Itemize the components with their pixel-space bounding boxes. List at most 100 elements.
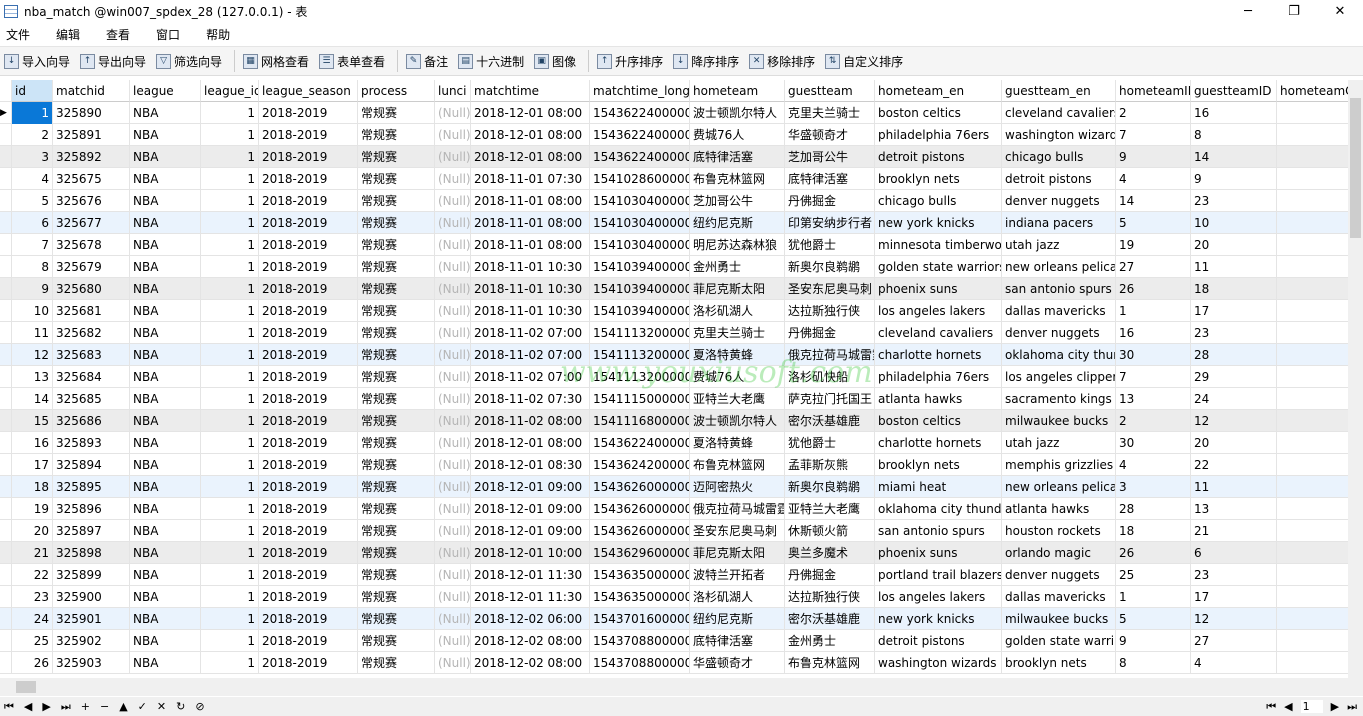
cell-league[interactable]: NBA <box>130 300 201 322</box>
row-indicator[interactable] <box>0 520 12 542</box>
cell-matchtime_long[interactable]: 1541115000000 <box>590 388 690 410</box>
cell-matchid[interactable]: 325684 <box>53 366 130 388</box>
cell-lunci[interactable]: (Null) <box>435 212 471 234</box>
cell-matchtime_long[interactable]: 1543708800000 <box>590 652 690 674</box>
cell-matchtime[interactable]: 2018-12-01 09:00 <box>471 476 590 498</box>
cell-id[interactable]: 14 <box>12 388 53 410</box>
cell-guestteam[interactable]: 克里夫兰骑士 <box>785 102 875 124</box>
table-row[interactable]: 21 325898 NBA 1 2018-2019 常规赛 (Null) 2018-12-01… <box>0 542 1348 564</box>
cell-league_season[interactable]: 2018-2019 <box>259 168 358 190</box>
cell-guestteamID[interactable]: 20 <box>1191 432 1277 454</box>
cell-guestteam_en[interactable]: chicago bulls <box>1002 146 1116 168</box>
cell-guestteam_en[interactable]: utah jazz <box>1002 234 1116 256</box>
cell-league_id[interactable]: 1 <box>201 586 259 608</box>
cell-guestteam[interactable]: 达拉斯独行侠 <box>785 586 875 608</box>
cell-league_id[interactable]: 1 <box>201 102 259 124</box>
cell-lunci[interactable]: (Null) <box>435 300 471 322</box>
column-header-hometeamC[interactable]: hometeamC <box>1277 80 1348 102</box>
cell-id[interactable]: 26 <box>12 652 53 674</box>
cell-league_id[interactable]: 1 <box>201 652 259 674</box>
cell-guestteamID[interactable]: 29 <box>1191 366 1277 388</box>
cell-matchtime_long[interactable]: 1543626000000 <box>590 498 690 520</box>
cell-league_id[interactable]: 1 <box>201 344 259 366</box>
table-row[interactable]: 7 325678 NBA 1 2018-2019 常规赛 (Null) 2018-11-01 … <box>0 234 1348 256</box>
cell-guestteamID[interactable]: 11 <box>1191 476 1277 498</box>
row-indicator[interactable] <box>0 410 12 432</box>
cell-id[interactable]: 19 <box>12 498 53 520</box>
cell-hometeamC[interactable] <box>1277 388 1348 410</box>
cell-league_id[interactable]: 1 <box>201 432 259 454</box>
cell-hometeamID[interactable]: 5 <box>1116 212 1191 234</box>
cell-guestteam[interactable]: 丹佛掘金 <box>785 322 875 344</box>
table-row[interactable]: ▶ 1 325890 NBA 1 2018-2019 常规赛 (Null) 2018-12-01… <box>0 102 1348 124</box>
cell-process[interactable]: 常规赛 <box>358 212 435 234</box>
cell-id[interactable]: 7 <box>12 234 53 256</box>
cell-league_id[interactable]: 1 <box>201 520 259 542</box>
table-row[interactable]: 18 325895 NBA 1 2018-2019 常规赛 (Null) 2018-12-01… <box>0 476 1348 498</box>
cell-guestteam_en[interactable]: orlando magic <box>1002 542 1116 564</box>
row-indicator[interactable] <box>0 498 12 520</box>
cell-lunci[interactable]: (Null) <box>435 322 471 344</box>
row-indicator[interactable] <box>0 586 12 608</box>
cell-guestteam_en[interactable]: brooklyn nets <box>1002 652 1116 674</box>
cell-guestteamID[interactable]: 16 <box>1191 102 1277 124</box>
cell-matchtime_long[interactable]: 1541039400000 <box>590 300 690 322</box>
toolbar-button[interactable]: ↑ 导出向导 <box>80 53 146 70</box>
cell-hometeamC[interactable] <box>1277 608 1348 630</box>
cell-id[interactable]: 5 <box>12 190 53 212</box>
cell-process[interactable]: 常规赛 <box>358 146 435 168</box>
row-indicator[interactable] <box>0 124 12 146</box>
cell-hometeam_en[interactable]: charlotte hornets <box>875 344 1002 366</box>
cell-hometeam_en[interactable]: los angeles lakers <box>875 586 1002 608</box>
toolbar-button[interactable]: ▦ 网格查看 <box>243 53 309 70</box>
cell-hometeamID[interactable]: 30 <box>1116 432 1191 454</box>
cell-matchtime[interactable]: 2018-11-01 10:30 <box>471 278 590 300</box>
cell-matchtime[interactable]: 2018-12-02 08:00 <box>471 652 590 674</box>
cell-process[interactable]: 常规赛 <box>358 432 435 454</box>
row-indicator[interactable] <box>0 190 12 212</box>
cell-guestteam[interactable]: 芝加哥公牛 <box>785 146 875 168</box>
table-row[interactable]: 14 325685 NBA 1 2018-2019 常规赛 (Null) 2018-11-02… <box>0 388 1348 410</box>
cell-guestteam_en[interactable]: cleveland cavaliers <box>1002 102 1116 124</box>
cell-matchtime[interactable]: 2018-12-01 11:30 <box>471 586 590 608</box>
cell-guestteamID[interactable]: 18 <box>1191 278 1277 300</box>
cell-hometeamC[interactable] <box>1277 190 1348 212</box>
cell-hometeam_en[interactable]: oklahoma city thunde <box>875 498 1002 520</box>
cell-hometeamC[interactable] <box>1277 410 1348 432</box>
table-row[interactable]: 20 325897 NBA 1 2018-2019 常规赛 (Null) 2018-12-01… <box>0 520 1348 542</box>
cell-lunci[interactable]: (Null) <box>435 652 471 674</box>
cell-guestteamID[interactable]: 9 <box>1191 168 1277 190</box>
cell-id[interactable]: 24 <box>12 608 53 630</box>
cell-matchtime_long[interactable]: 1541028600000 <box>590 168 690 190</box>
cell-league_id[interactable]: 1 <box>201 212 259 234</box>
column-header-league_season[interactable]: league_season <box>259 80 358 102</box>
cell-hometeamC[interactable] <box>1277 542 1348 564</box>
cell-matchtime[interactable]: 2018-12-01 11:30 <box>471 564 590 586</box>
column-header-guestteamID[interactable]: guestteamID <box>1191 80 1277 102</box>
cell-matchtime[interactable]: 2018-12-01 09:00 <box>471 498 590 520</box>
cell-hometeam_en[interactable]: phoenix suns <box>875 542 1002 564</box>
row-indicator[interactable] <box>0 146 12 168</box>
navigator-button[interactable]: ✕ <box>157 700 166 713</box>
cell-guestteam_en[interactable]: sacramento kings <box>1002 388 1116 410</box>
cell-league_season[interactable]: 2018-2019 <box>259 498 358 520</box>
cell-matchid[interactable]: 325899 <box>53 564 130 586</box>
cell-process[interactable]: 常规赛 <box>358 586 435 608</box>
cell-league_id[interactable]: 1 <box>201 190 259 212</box>
cell-matchid[interactable]: 325685 <box>53 388 130 410</box>
cell-hometeam_en[interactable]: boston celtics <box>875 102 1002 124</box>
cell-guestteam[interactable]: 新奥尔良鹈鹕 <box>785 256 875 278</box>
cell-league[interactable]: NBA <box>130 608 201 630</box>
cell-guestteamID[interactable]: 27 <box>1191 630 1277 652</box>
cell-id[interactable]: 1 <box>12 102 53 124</box>
cell-lunci[interactable]: (Null) <box>435 454 471 476</box>
cell-guestteamID[interactable]: 12 <box>1191 608 1277 630</box>
cell-hometeam[interactable]: 克里夫兰骑士 <box>690 322 785 344</box>
cell-hometeam[interactable]: 洛杉矶湖人 <box>690 300 785 322</box>
row-indicator[interactable] <box>0 564 12 586</box>
cell-guestteam[interactable]: 犹他爵士 <box>785 432 875 454</box>
cell-league_season[interactable]: 2018-2019 <box>259 278 358 300</box>
column-header-hometeamID[interactable]: hometeamID <box>1116 80 1191 102</box>
table-row[interactable]: 26 325903 NBA 1 2018-2019 常规赛 (Null) 2018-12-02… <box>0 652 1348 674</box>
cell-guestteamID[interactable]: 20 <box>1191 234 1277 256</box>
